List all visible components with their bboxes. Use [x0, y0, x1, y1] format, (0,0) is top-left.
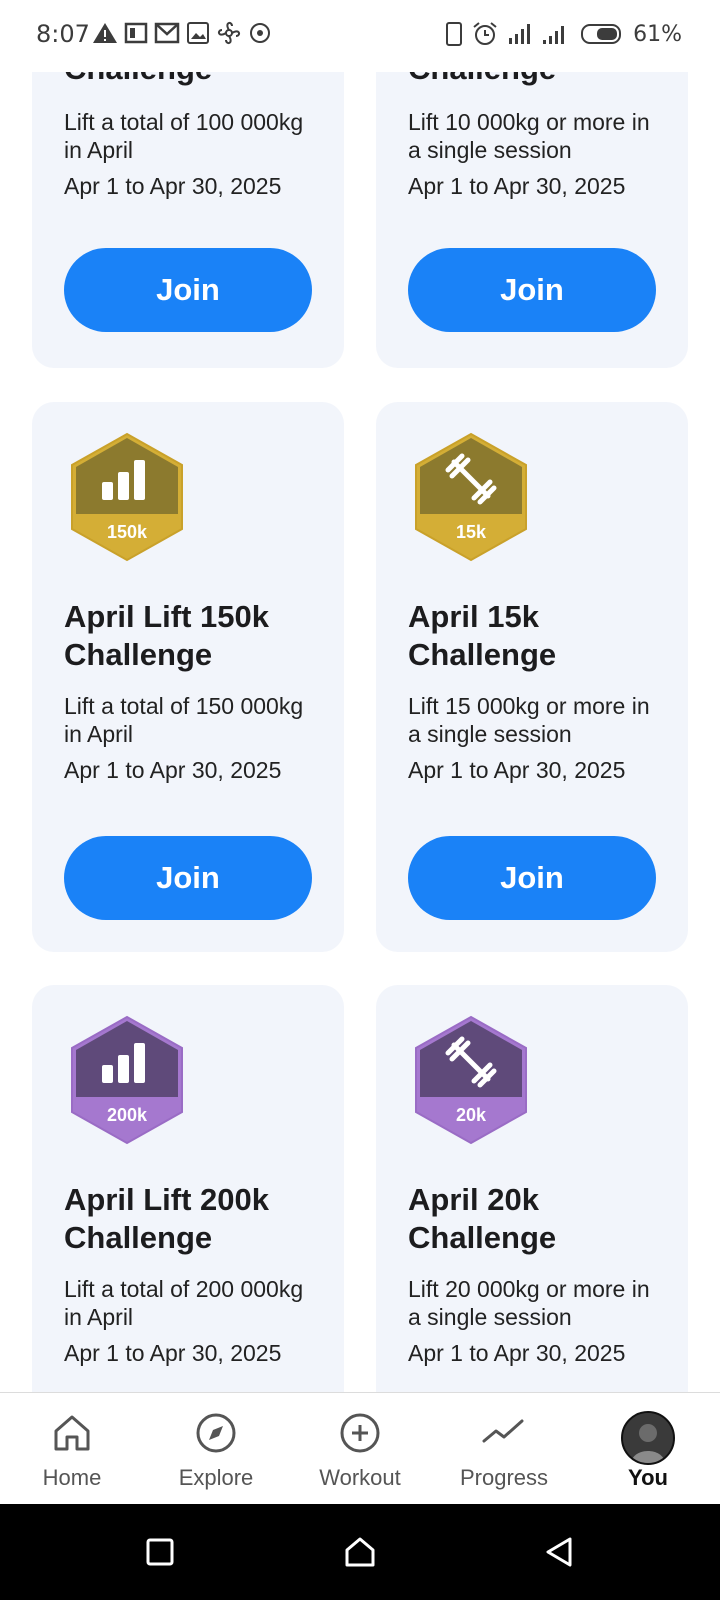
status-right: 61% — [445, 20, 682, 48]
challenge-date: Apr 1 to Apr 30, 2025 — [408, 757, 626, 783]
challenge-description: Lift a total of 150 000kg in April — [64, 693, 304, 747]
status-bar: 8:07 61% — [0, 0, 720, 72]
dumbbell-icon: 15k — [415, 432, 527, 562]
challenge-date: Apr 1 to Apr 30, 2025 — [64, 1340, 282, 1366]
challenge-list[interactable]: April Lift 100k Challenge Lift a total o… — [0, 0, 720, 1392]
recent-apps-icon[interactable] — [146, 1538, 174, 1566]
challenge-description: Lift 10 000kg or more in a single sessio… — [408, 109, 650, 163]
challenge-description: Lift 20 000kg or more in a single sessio… — [408, 1276, 650, 1330]
challenge-title: April Lift 150k Challenge — [64, 599, 269, 672]
challenge-card[interactable]: 200k April Lift 200k Challenge Lift a to… — [32, 985, 344, 1392]
target-icon — [250, 23, 270, 43]
challenge-date: Apr 1 to Apr 30, 2025 — [64, 173, 282, 199]
mail-icon — [154, 22, 180, 44]
challenge-card[interactable]: 15k April 15k Challenge Lift 15 000kg or… — [376, 402, 688, 952]
nav-home[interactable]: Home — [0, 1393, 144, 1505]
challenge-title: April 20k Challenge — [408, 1182, 557, 1255]
status-time: 8:07 — [36, 20, 90, 48]
challenge-date: Apr 1 to Apr 30, 2025 — [408, 1340, 626, 1366]
challenge-description: Lift 15 000kg or more in a single sessio… — [408, 693, 650, 747]
signal-icon — [509, 24, 565, 44]
notification-icons — [92, 20, 272, 46]
badge-label: 15k — [456, 522, 487, 542]
avatar — [621, 1411, 675, 1465]
phone-icon — [446, 22, 463, 46]
challenge-description: Lift a total of 100 000kg in April — [64, 109, 304, 163]
compass-icon — [196, 1413, 236, 1453]
nav-label: Progress — [459, 1465, 549, 1490]
badge-label: 200k — [107, 1105, 148, 1125]
system-nav-bar — [0, 1504, 720, 1600]
join-button[interactable]: Join — [64, 836, 312, 920]
pinwheel-icon — [217, 21, 241, 45]
join-button[interactable]: Join — [408, 248, 656, 332]
nav-label: You — [628, 1465, 668, 1490]
bar-chart-icon: 200k — [71, 1015, 183, 1145]
trend-icon — [482, 1419, 524, 1443]
challenge-description: Lift a total of 200 000kg in April — [64, 1276, 304, 1330]
home-button-icon[interactable] — [344, 1536, 376, 1568]
nav-you[interactable]: You — [576, 1393, 720, 1505]
badge-label: 150k — [107, 522, 148, 542]
warning-icon — [93, 23, 117, 43]
nav-progress[interactable]: Progress — [432, 1393, 576, 1505]
alarm-icon — [473, 22, 497, 45]
challenge-title: April 15k Challenge — [408, 599, 557, 672]
challenge-date: Apr 1 to Apr 30, 2025 — [408, 173, 626, 199]
image-icon — [187, 22, 209, 44]
challenge-title: April Lift 200k Challenge — [64, 1182, 269, 1255]
challenge-card[interactable]: 20k April 20k Challenge Lift 20 000kg or… — [376, 985, 688, 1392]
battery-percent: 61% — [633, 21, 682, 47]
plus-circle-icon — [340, 1413, 380, 1453]
badge-label: 20k — [456, 1105, 487, 1125]
challenge-card[interactable]: 150k April Lift 150k Challenge Lift a to… — [32, 402, 344, 952]
challenge-date: Apr 1 to Apr 30, 2025 — [64, 757, 282, 783]
battery-icon — [581, 24, 622, 44]
nav-explore[interactable]: Explore — [144, 1393, 288, 1505]
nav-workout[interactable]: Workout — [288, 1393, 432, 1505]
bar-chart-icon: 150k — [71, 432, 183, 562]
app-notification-icon — [124, 22, 148, 44]
nav-label: Home — [42, 1465, 102, 1490]
nav-label: Workout — [319, 1465, 401, 1490]
home-icon — [54, 1415, 90, 1451]
nav-label: Explore — [178, 1465, 254, 1490]
dumbbell-icon: 20k — [415, 1015, 527, 1145]
join-button[interactable]: Join — [64, 248, 312, 332]
join-button[interactable]: Join — [408, 836, 656, 920]
back-icon[interactable] — [544, 1536, 574, 1568]
bottom-nav: Home Explore Workout Progress You — [0, 1392, 720, 1505]
